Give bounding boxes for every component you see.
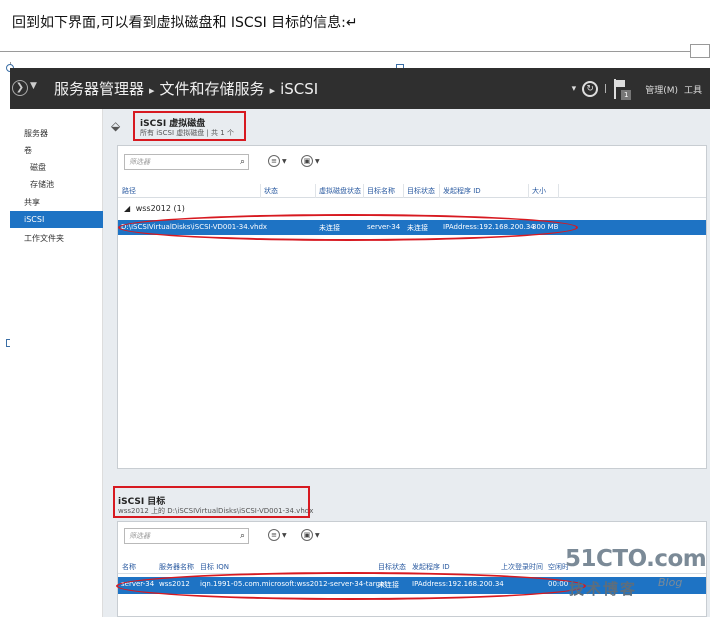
virtual-disks-title-highlight bbox=[133, 111, 246, 141]
sidebar: 服务器 卷 磁盘 存储池 共享 iSCSI 工作文件夹 bbox=[10, 109, 103, 617]
target-row-highlight bbox=[116, 572, 586, 600]
document-caption: 回到如下界面,可以看到虚拟磁盘和 ISCSI 目标的信息:↵ bbox=[12, 15, 358, 31]
virtual-disks-group-header[interactable]: ◢ wss2012 (1) bbox=[124, 204, 185, 213]
breadcrumb-file-storage[interactable]: 文件和存储服务 bbox=[160, 80, 265, 98]
dropdown-caret-icon[interactable]: ▾ bbox=[572, 84, 577, 94]
document-divider bbox=[0, 51, 710, 52]
column-disk-status[interactable]: 虚拟磁盘状态 bbox=[319, 186, 361, 196]
virtual-disks-panel: 筛选器 ⌕ ≡ ▼ ▣ ▼ 路径 状态 虚拟磁盘状态 目标名称 目标状态 发起程序 … bbox=[117, 145, 707, 469]
breadcrumb-server-manager[interactable]: 服务器管理器 bbox=[54, 80, 144, 98]
save-query-button[interactable]: ▣ ▼ bbox=[301, 155, 320, 167]
column-target-status[interactable]: 目标状态 bbox=[378, 562, 406, 572]
column-last-login[interactable]: 上次登录时间 bbox=[501, 562, 543, 572]
sidebar-item-storage-pools[interactable]: 存储池 bbox=[10, 176, 103, 193]
search-icon[interactable]: ⌕ bbox=[240, 155, 245, 169]
main-content: ⬙ iSCSI 虚拟磁盘 所有 iSCSI 虚拟磁盘 | 共 1 个 筛选器 ⌕… bbox=[103, 109, 710, 617]
virtual-disk-row-highlight bbox=[118, 214, 578, 241]
list-view-button[interactable]: ≡ ▼ bbox=[268, 155, 287, 167]
site-watermark: 51CTO.com 技术博客 Blog bbox=[565, 546, 710, 606]
breadcrumb-separator-icon: ▸ bbox=[149, 84, 155, 97]
column-name[interactable]: 名称 bbox=[122, 562, 136, 572]
save-icon: ▣ bbox=[301, 529, 313, 541]
breadcrumb-separator-icon: ▸ bbox=[269, 84, 276, 97]
notification-count-badge: 1 bbox=[621, 90, 632, 100]
search-icon[interactable]: ⌕ bbox=[240, 529, 245, 543]
sidebar-item-work-folders[interactable]: 工作文件夹 bbox=[10, 230, 103, 247]
sidebar-item-volumes[interactable]: 卷 bbox=[10, 142, 103, 159]
chevron-down-icon: ▼ bbox=[315, 531, 320, 539]
sidebar-item-iscsi[interactable]: iSCSI bbox=[10, 211, 103, 228]
column-size[interactable]: 大小 bbox=[532, 186, 546, 196]
collapse-triangle-icon[interactable]: ◢ bbox=[124, 204, 130, 213]
history-dropdown-caret-icon[interactable]: ▼ bbox=[30, 81, 37, 91]
sidebar-item-shares[interactable]: 共享 bbox=[10, 194, 103, 211]
chevron-down-icon: ▼ bbox=[282, 157, 287, 165]
column-status[interactable]: 状态 bbox=[264, 186, 278, 196]
column-target-name[interactable]: 目标名称 bbox=[367, 186, 395, 196]
column-initiator-id[interactable]: 发起程序 ID bbox=[412, 562, 450, 572]
title-bar-actions: ▾ ↻ | 1 管理(M) 工具 bbox=[572, 77, 702, 101]
title-bar: ❯ ▼ 服务器管理器 ▸ 文件和存储服务 ▸ iSCSI ▾ ↻ | 1 管理(M) 工… bbox=[10, 68, 710, 109]
targets-title-highlight bbox=[113, 486, 310, 518]
document-margin-marker bbox=[690, 44, 710, 58]
tools-menu[interactable]: 工具 bbox=[684, 83, 702, 96]
toolbar-separator: | bbox=[604, 84, 608, 94]
column-target-status[interactable]: 目标状态 bbox=[407, 186, 435, 196]
tasks-icon[interactable]: ⬙ bbox=[111, 119, 120, 133]
notification-flag-icon[interactable]: 1 bbox=[613, 79, 632, 100]
sidebar-item-servers[interactable]: 服务器 bbox=[10, 125, 103, 142]
column-server-name[interactable]: 服务器名称 bbox=[159, 562, 194, 572]
column-initiator-id[interactable]: 发起程序 ID bbox=[443, 186, 481, 196]
list-icon: ≡ bbox=[268, 155, 280, 167]
breadcrumb: 服务器管理器 ▸ 文件和存储服务 ▸ iSCSI bbox=[54, 78, 318, 99]
chevron-down-icon: ▼ bbox=[315, 157, 320, 165]
virtual-disks-column-header: 路径 状态 虚拟磁盘状态 目标名称 目标状态 发起程序 ID 大小 bbox=[118, 184, 706, 198]
virtual-disks-filter-input[interactable]: 筛选器 ⌕ bbox=[124, 154, 249, 170]
watermark-site: 51CTO.com bbox=[565, 546, 707, 572]
sidebar-item-disks[interactable]: 磁盘 bbox=[10, 159, 103, 176]
list-view-button[interactable]: ≡ ▼ bbox=[268, 529, 287, 541]
manage-menu[interactable]: 管理(M) bbox=[645, 83, 678, 96]
column-target-iqn[interactable]: 目标 IQN bbox=[200, 562, 229, 572]
save-icon: ▣ bbox=[301, 155, 313, 167]
breadcrumb-iscsi[interactable]: iSCSI bbox=[280, 80, 318, 98]
arrow-left-circle-icon[interactable]: ❯ bbox=[12, 80, 28, 96]
list-icon: ≡ bbox=[268, 529, 280, 541]
chevron-down-icon: ▼ bbox=[282, 531, 287, 539]
save-query-button[interactable]: ▣ ▼ bbox=[301, 529, 320, 541]
targets-filter-input[interactable]: 筛选器 ⌕ bbox=[124, 528, 249, 544]
column-path[interactable]: 路径 bbox=[122, 186, 136, 196]
watermark-blog: Blog bbox=[658, 576, 683, 589]
watermark-tagline: 技术博客 bbox=[569, 580, 638, 598]
refresh-icon[interactable]: ↻ bbox=[582, 81, 599, 97]
server-manager-window: ❯ ▼ 服务器管理器 ▸ 文件和存储服务 ▸ iSCSI ▾ ↻ | 1 管理(M) 工… bbox=[10, 68, 710, 617]
